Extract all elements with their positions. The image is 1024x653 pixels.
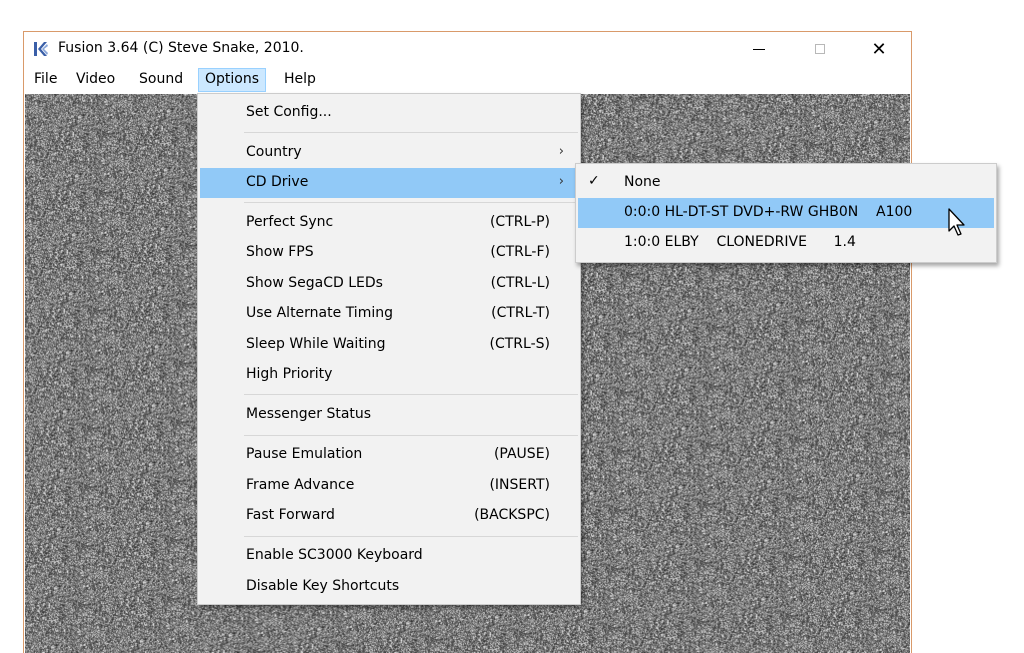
cd-drive-submenu: ✓ None 0:0:0 HL-DT-ST DVD+-RW GHB0N A100… [575, 163, 997, 263]
menu-separator [244, 435, 578, 436]
menu-item-cd-drive[interactable]: CD Drive › [200, 168, 578, 198]
menu-separator [244, 536, 578, 537]
cd-drive-item-elby-clonedrive[interactable]: 1:0:0 ELBY CLONEDRIVE 1.4 [578, 228, 994, 258]
menu-options[interactable]: Options [198, 68, 267, 92]
title-bar[interactable]: Fusion 3.64 (C) Steve Snake, 2010. ✕ [24, 32, 911, 66]
maximize-icon [815, 44, 825, 54]
checkmark-icon: ✓ [588, 173, 600, 189]
menu-item-sleep-while-waiting[interactable]: Sleep While Waiting (CTRL-S) [200, 330, 578, 360]
fusion-app-icon [34, 42, 48, 56]
menu-item-show-fps[interactable]: Show FPS (CTRL-F) [200, 238, 578, 268]
menu-item-set-config[interactable]: Set Config... [200, 98, 578, 128]
window-title: Fusion 3.64 (C) Steve Snake, 2010. [58, 40, 304, 56]
menu-help[interactable]: Help [278, 68, 322, 92]
submenu-arrow-icon: › [558, 144, 564, 159]
submenu-arrow-icon: › [558, 174, 564, 189]
mouse-cursor-icon [948, 208, 965, 236]
menu-item-messenger-status[interactable]: Messenger Status [200, 400, 578, 430]
menu-item-enable-sc3000-keyboard[interactable]: Enable SC3000 Keyboard [200, 541, 578, 571]
close-icon: ✕ [871, 38, 887, 60]
menu-sound[interactable]: Sound [133, 68, 189, 92]
menu-item-disable-key-shortcuts[interactable]: Disable Key Shortcuts [200, 572, 578, 602]
menu-item-show-segacd-leds[interactable]: Show SegaCD LEDs (CTRL-L) [200, 269, 578, 299]
menu-separator [244, 132, 578, 133]
maximize-button[interactable] [797, 32, 843, 66]
menu-item-high-priority[interactable]: High Priority [200, 360, 578, 390]
cd-drive-item-hl-dt-st[interactable]: 0:0:0 HL-DT-ST DVD+-RW GHB0N A100 [578, 198, 994, 228]
menu-item-fast-forward[interactable]: Fast Forward (BACKSPC) [200, 501, 578, 531]
menu-separator [244, 202, 578, 203]
menu-item-perfect-sync[interactable]: Perfect Sync (CTRL-P) [200, 208, 578, 238]
menu-item-pause-emulation[interactable]: Pause Emulation (PAUSE) [200, 440, 578, 470]
menu-video[interactable]: Video [70, 68, 121, 92]
minimize-icon [753, 48, 765, 50]
cd-drive-item-none[interactable]: ✓ None [578, 168, 994, 198]
menu-bar: File Video Sound Options Help [24, 68, 911, 92]
menu-separator [244, 394, 578, 395]
menu-item-use-alternate-timing[interactable]: Use Alternate Timing (CTRL-T) [200, 299, 578, 329]
minimize-button[interactable] [736, 32, 782, 66]
menu-item-country[interactable]: Country › [200, 138, 578, 168]
close-button[interactable]: ✕ [856, 32, 902, 66]
menu-file[interactable]: File [28, 68, 63, 92]
options-menu: Set Config... Country › CD Drive › Perfe… [197, 93, 581, 605]
menu-item-frame-advance[interactable]: Frame Advance (INSERT) [200, 471, 578, 501]
